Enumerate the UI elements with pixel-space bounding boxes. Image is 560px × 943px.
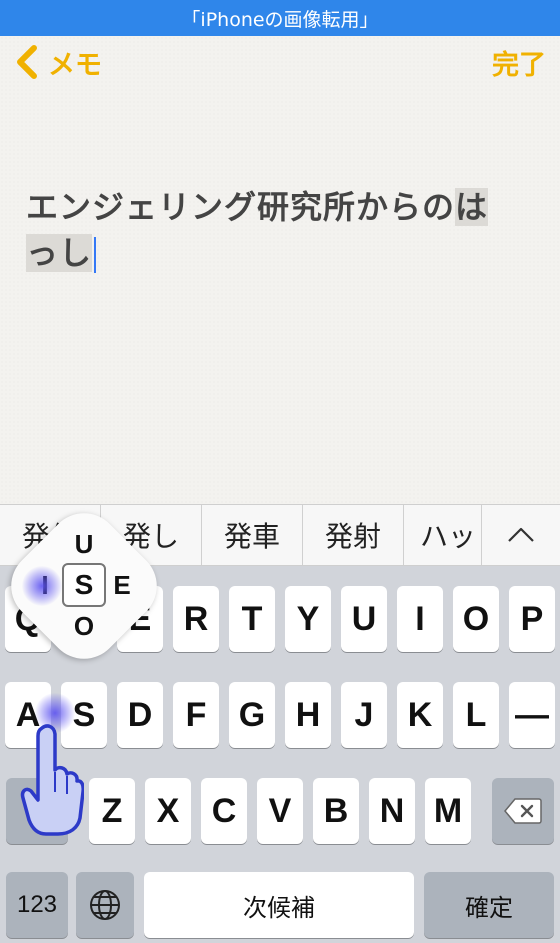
globe-icon — [90, 890, 120, 920]
numbers-key[interactable]: 123 — [6, 872, 68, 938]
key-p[interactable]: P — [509, 586, 555, 652]
key-n[interactable]: N — [369, 778, 415, 844]
note-body[interactable]: エンジェリング研究所からのはっし — [26, 184, 526, 276]
delete-key[interactable] — [492, 778, 554, 844]
key-f[interactable]: F — [173, 682, 219, 748]
key-z[interactable]: Z — [89, 778, 135, 844]
back-label: メモ — [48, 49, 102, 81]
key-r[interactable]: R — [173, 586, 219, 652]
candidate-item[interactable]: ハッ — [404, 505, 484, 565]
key-y[interactable]: Y — [285, 586, 331, 652]
key-k[interactable]: K — [397, 682, 443, 748]
key-t[interactable]: T — [229, 586, 275, 652]
key-l[interactable]: L — [453, 682, 499, 748]
key-m[interactable]: M — [425, 778, 471, 844]
key-b[interactable]: B — [313, 778, 359, 844]
key-u[interactable]: U — [341, 586, 387, 652]
flick-up-letter: U — [74, 529, 94, 559]
key-c[interactable]: C — [201, 778, 247, 844]
key-o[interactable]: O — [453, 586, 499, 652]
note-committed-text: エンジェリング研究所からの — [26, 188, 456, 226]
flick-center-letter: S — [62, 563, 106, 607]
candidate-item[interactable]: 発射 — [303, 505, 404, 565]
text-caret — [94, 237, 97, 273]
next-candidate-key[interactable]: 次候補 — [144, 872, 414, 938]
key-h[interactable]: H — [285, 682, 331, 748]
note-marked-text: は — [455, 188, 489, 226]
key-long-dash[interactable]: — — [509, 682, 555, 748]
caption-banner: 「iPhoneの画像転用」 — [0, 0, 560, 36]
candidate-item[interactable]: 発車 — [202, 505, 303, 565]
flick-down-letter: O — [73, 611, 95, 641]
touch-glow — [22, 566, 62, 606]
back-button[interactable]: メモ — [14, 42, 102, 82]
globe-key[interactable] — [76, 872, 134, 938]
confirm-key[interactable]: 確定 — [424, 872, 554, 938]
key-x[interactable]: X — [145, 778, 191, 844]
chevron-up-icon — [508, 527, 534, 542]
chevron-left-icon — [17, 45, 37, 79]
backspace-icon — [504, 798, 542, 824]
key-v[interactable]: V — [257, 778, 303, 844]
pointing-hand-icon — [20, 724, 84, 836]
key-j[interactable]: J — [341, 682, 387, 748]
key-g[interactable]: G — [229, 682, 275, 748]
expand-candidates-button[interactable] — [481, 505, 560, 565]
key-i[interactable]: I — [397, 586, 443, 652]
done-button[interactable]: 完了 — [492, 42, 546, 82]
flick-right-letter: E — [113, 570, 131, 600]
key-d[interactable]: D — [117, 682, 163, 748]
note-marked-text-2: っし — [26, 234, 93, 272]
